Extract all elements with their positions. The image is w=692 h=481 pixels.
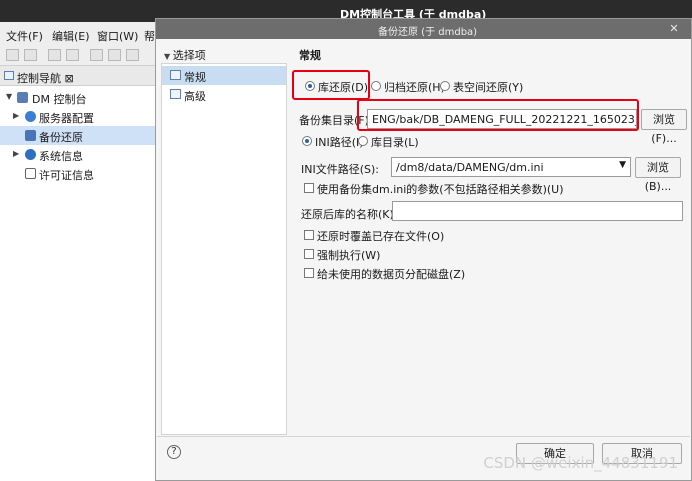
db-dir-radio[interactable]: [358, 136, 368, 146]
close-icon[interactable]: ✕: [665, 21, 683, 37]
force-checkbox[interactable]: [304, 249, 314, 259]
db-dir-label[interactable]: 库目录(L): [371, 134, 419, 150]
menu-edit[interactable]: 编辑(E): [52, 28, 90, 44]
expand-right-icon[interactable]: ▶: [13, 149, 19, 158]
section-title: 常规: [299, 49, 321, 62]
ini-path-radio[interactable]: [302, 136, 312, 146]
tree-label: 系统信息: [39, 150, 83, 163]
dialog-title-bar: 备份还原 (于 dmdba): [156, 19, 691, 39]
tree-item-system-info[interactable]: ▶ 系统信息: [0, 145, 156, 164]
copy-icon[interactable]: [108, 49, 121, 61]
info-icon: [25, 149, 36, 160]
ini-path-label[interactable]: INI路径(I): [315, 134, 364, 150]
option-general[interactable]: 常规: [162, 66, 286, 85]
cut-icon[interactable]: [90, 49, 103, 61]
license-icon: [25, 168, 36, 179]
use-backup-ini-label[interactable]: 使用备份集dm.ini的参数(不包括路径相关参数)(U): [317, 181, 564, 197]
tree-item-server-config[interactable]: ▶ 服务器配置: [0, 107, 156, 126]
restore-archive-radio[interactable]: [371, 81, 381, 91]
nav-tab[interactable]: 控制导航 ⊠: [0, 66, 160, 86]
tree-item-backup-restore[interactable]: 备份还原: [0, 126, 156, 145]
menu-window[interactable]: 窗口(W): [97, 28, 138, 44]
database-icon: [17, 92, 28, 103]
watermark: CSDN @weixin_44831191: [483, 454, 678, 472]
backup-restore-dialog: 备份还原 (于 dmdba) ✕ ▼ 选择项 常规 高级 常规 库还原(D) 归…: [155, 18, 692, 481]
help-icon[interactable]: ?: [167, 445, 181, 459]
paste-icon[interactable]: [126, 49, 139, 61]
nav-tab-label: 控制导航 ⊠: [17, 72, 74, 85]
tree-item-license-info[interactable]: 许可证信息: [0, 164, 156, 183]
menu-bar: 文件(F) 编辑(E) 窗口(W) 帮: [0, 22, 160, 46]
expand-right-icon[interactable]: ▶: [13, 111, 19, 120]
menu-help[interactable]: 帮: [144, 28, 155, 44]
db-name-label: 还原后库的名称(K):: [301, 208, 398, 221]
options-header-label: 选择项: [172, 49, 206, 62]
menu-file[interactable]: 文件(F): [6, 28, 43, 44]
page-icon: [170, 89, 181, 99]
tree-label: 许可证信息: [39, 169, 94, 182]
option-label: 常规: [184, 71, 206, 84]
redo-icon[interactable]: [66, 49, 79, 61]
undo-icon[interactable]: [48, 49, 61, 61]
expand-down-icon: ▼: [164, 52, 173, 61]
restore-tablespace-radio[interactable]: [440, 81, 450, 91]
restore-archive-label[interactable]: 归档还原(H): [384, 79, 445, 95]
ini-file-select[interactable]: /dm8/data/DAMENG/dm.ini ▼: [391, 157, 631, 177]
restore-tablespace-label[interactable]: 表空间还原(Y): [453, 79, 523, 95]
toolbar: [0, 46, 160, 66]
tree-item-dm-console[interactable]: ▼ DM 控制台: [0, 88, 156, 107]
tree-label: 备份还原: [39, 131, 83, 144]
dialog-title: 备份还原 (于 dmdba): [378, 27, 478, 38]
backup-icon: [25, 130, 36, 141]
save-icon[interactable]: [24, 49, 37, 61]
ini-file-value: /dm8/data/DAMENG/dm.ini: [396, 161, 544, 174]
allocate-disk-label[interactable]: 给未使用的数据页分配磁盘(Z): [317, 266, 465, 282]
overwrite-label[interactable]: 还原时覆盖已存在文件(O): [317, 228, 444, 244]
divider: [157, 436, 690, 437]
db-name-input[interactable]: [392, 201, 683, 221]
force-label[interactable]: 强制执行(W): [317, 247, 380, 263]
browse-f-button[interactable]: 浏览(F)...: [641, 109, 687, 145]
overwrite-checkbox[interactable]: [304, 230, 314, 240]
gear-icon: [25, 111, 36, 122]
options-header[interactable]: ▼ 选择项: [164, 47, 206, 63]
dropdown-arrow-icon[interactable]: ▼: [619, 160, 626, 170]
allocate-disk-checkbox[interactable]: [304, 268, 314, 278]
ini-file-label: INI文件路径(S):: [301, 163, 379, 176]
expand-down-icon[interactable]: ▼: [6, 92, 12, 101]
page-icon: [170, 70, 181, 80]
new-icon[interactable]: [6, 49, 19, 61]
use-backup-ini-checkbox[interactable]: [304, 183, 314, 193]
highlight-box: [292, 70, 370, 100]
browse-b-button[interactable]: 浏览(B)...: [635, 157, 681, 193]
options-panel: 常规 高级: [161, 63, 287, 435]
option-advanced[interactable]: 高级: [162, 85, 286, 104]
tree-label: DM 控制台: [32, 93, 87, 106]
option-label: 高级: [184, 90, 206, 103]
tree-label: 服务器配置: [39, 112, 94, 125]
navigator-icon: [4, 71, 14, 80]
highlight-box: [357, 99, 639, 131]
